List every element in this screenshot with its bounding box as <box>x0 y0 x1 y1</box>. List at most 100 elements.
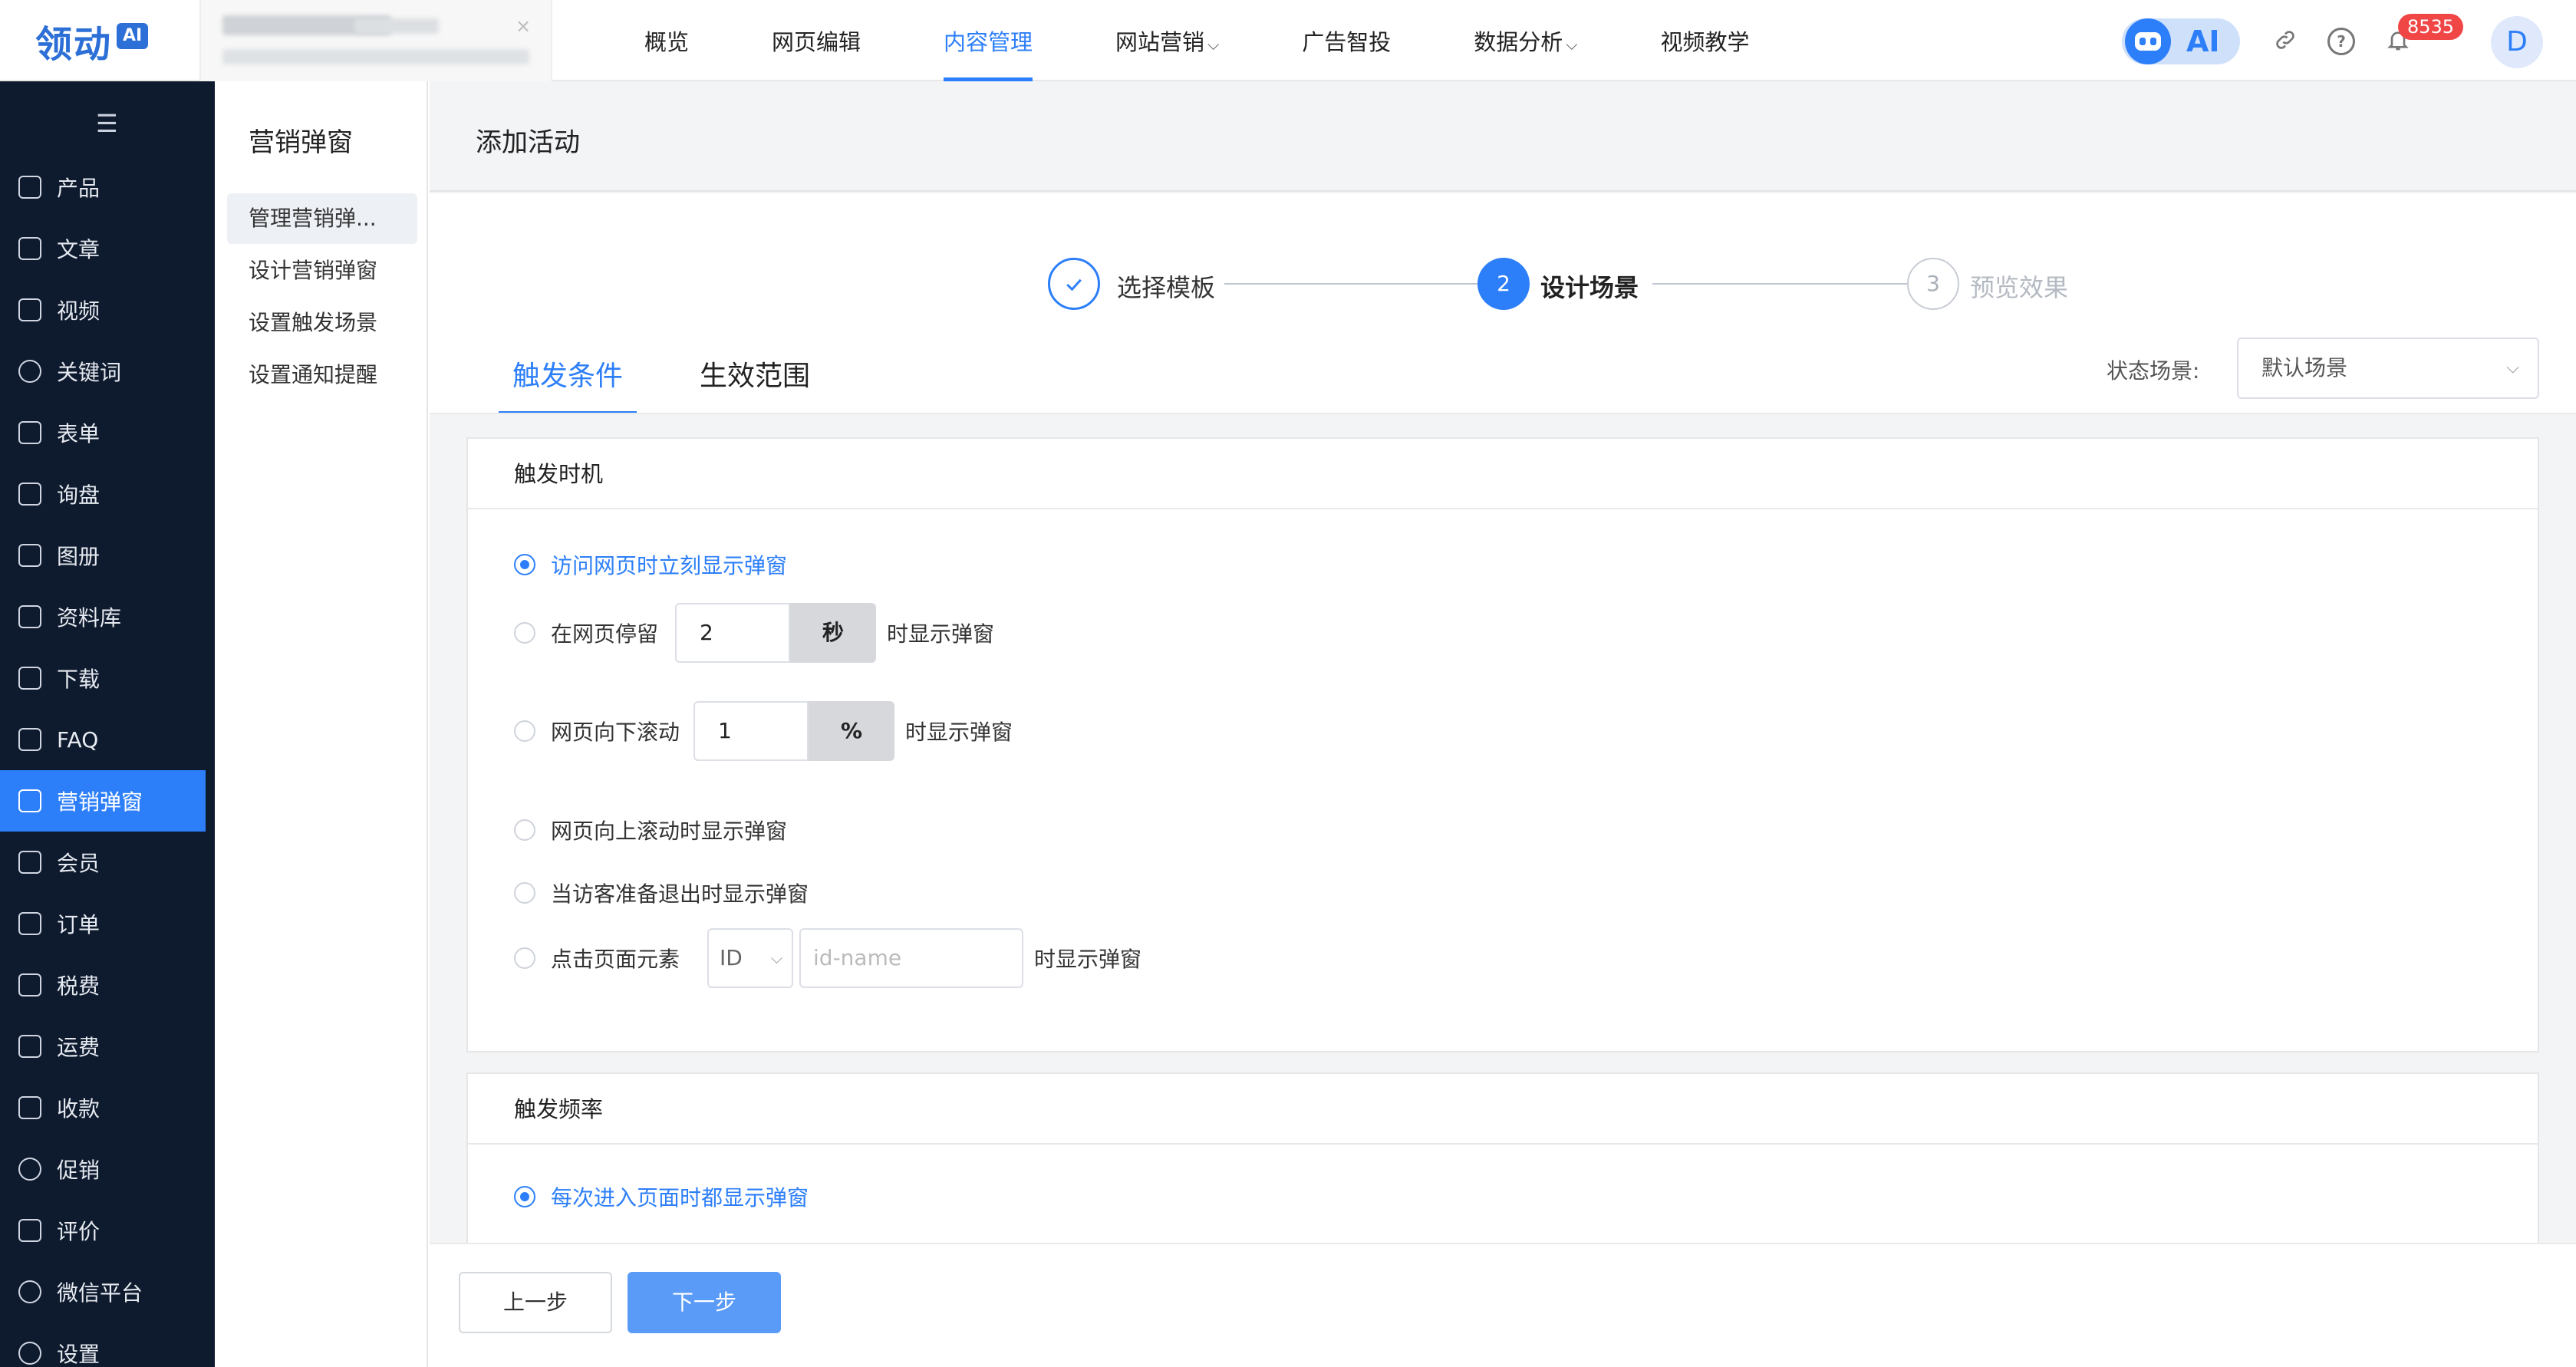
trigger-frequency-title: 触发频率 <box>468 1074 2538 1145</box>
submenu-list: 管理营销弹... 设计营销弹窗 设置触发场景 设置通知提醒 <box>227 193 417 402</box>
tab-trigger-conditions[interactable]: 触发条件 <box>498 350 637 414</box>
sidebar-item-shipping[interactable]: 运费 <box>0 1016 206 1077</box>
sidebar-item-article[interactable]: 文章 <box>0 218 206 279</box>
sidebar-item-member[interactable]: 会员 <box>0 832 206 893</box>
faq-icon <box>18 728 41 751</box>
step-1-label: 选择模板 <box>1117 273 1216 302</box>
submenu-title: 营销弹窗 <box>249 127 353 158</box>
diamond-icon <box>18 851 41 874</box>
comment-icon <box>18 1219 41 1242</box>
sidebar-item-inquiry[interactable]: 询盘 <box>0 463 206 525</box>
sidebar-item-order[interactable]: 订单 <box>0 893 206 954</box>
logo[interactable]: 领动 AI <box>35 23 149 66</box>
site-switch-icon[interactable]: × <box>516 15 531 37</box>
form-icon <box>18 421 41 444</box>
selector-type-select[interactable]: ID ⌵ <box>707 928 794 988</box>
submenu-item-manage-popups[interactable]: 管理营销弹... <box>227 193 417 244</box>
tab-effective-scope[interactable]: 生效范围 <box>700 350 810 414</box>
top-bar: 领动 AI × 概览 网页编辑 内容管理 网站营销 ⌵ 广告智投 数据分析 ⌵ 视频… <box>0 0 2576 81</box>
sidebar-item-settings[interactable]: 设置 <box>0 1323 206 1367</box>
sidebar-item-library[interactable]: 资料库 <box>0 586 206 647</box>
option-scroll-up[interactable]: 网页向上滚动时显示弹窗 <box>514 815 787 845</box>
avatar[interactable]: D <box>2491 16 2543 68</box>
radio-unchecked[interactable] <box>514 622 535 644</box>
page-header: 添加活动 <box>430 81 2576 192</box>
sidebar-list: 产品 文章 视频 关键词 表单 询盘 图册 资料库 下载 FAQ 营销弹窗 会员… <box>0 156 206 1367</box>
option-immediate[interactable]: 访问网页时立刻显示弹窗 <box>514 549 787 580</box>
submenu-item-trigger-scenes[interactable]: 设置触发场景 <box>227 298 417 348</box>
nav-ad-smart[interactable]: 广告智投 <box>1302 0 1391 81</box>
sidebar-item-album[interactable]: 图册 <box>0 525 206 586</box>
nav-video-tutorial[interactable]: 视频教学 <box>1660 0 1749 81</box>
sidebar-item-download[interactable]: 下载 <box>0 647 206 709</box>
submenu-item-notifications[interactable]: 设置通知提醒 <box>227 350 417 400</box>
sidebar-item-tax[interactable]: 税费 <box>0 954 206 1016</box>
chevron-down-icon: ⌵ <box>770 949 783 967</box>
sidebar: ☰ 产品 文章 视频 关键词 表单 询盘 图册 资料库 下载 FAQ 营销弹窗 … <box>0 81 215 1367</box>
ai-label: AI <box>2186 25 2220 58</box>
trigger-timing-card: 触发时机 访问网页时立刻显示弹窗 在网页停留 2 秒 时显示弹窗 网页向下滚动 … <box>466 437 2539 1052</box>
radio-checked[interactable] <box>514 1186 535 1207</box>
option-stay-duration[interactable]: 在网页停留 2 秒 时显示弹窗 <box>514 603 994 663</box>
step-connector-1-2 <box>1224 283 1479 285</box>
link-icon[interactable] <box>2271 28 2299 55</box>
option-click-element[interactable]: 点击页面元素 ID ⌵ id-name 时显示弹窗 <box>514 928 1141 988</box>
prev-step-button[interactable]: 上一步 <box>459 1272 612 1333</box>
element-id-input[interactable]: id-name <box>799 928 1024 988</box>
stay-seconds-input[interactable]: 2 <box>675 603 791 663</box>
next-step-button[interactable]: 下一步 <box>628 1272 781 1333</box>
nav-overview[interactable]: 概览 <box>644 0 689 81</box>
site-switcher[interactable]: × <box>199 0 552 81</box>
option-scroll-down[interactable]: 网页向下滚动 1 % 时显示弹窗 <box>514 701 1013 761</box>
radio-unchecked[interactable] <box>514 819 535 841</box>
sidebar-item-payment[interactable]: 收款 <box>0 1077 206 1138</box>
help-icon[interactable]: ? <box>2327 28 2355 55</box>
target-icon <box>18 360 41 383</box>
truck-icon <box>18 1035 41 1058</box>
main-nav: 概览 网页编辑 内容管理 网站营销 ⌵ 广告智投 数据分析 ⌵ 视频教学 <box>644 0 1832 81</box>
option-exit-intent[interactable]: 当访客准备退出时显示弹窗 <box>514 878 809 908</box>
chevron-down-icon: ⌵ <box>2506 358 2519 377</box>
sidebar-item-marketing-popup[interactable]: 营销弹窗 <box>0 770 206 832</box>
sidebar-item-keyword[interactable]: 关键词 <box>0 341 206 402</box>
order-icon <box>18 912 41 935</box>
sidebar-item-faq[interactable]: FAQ <box>0 709 206 770</box>
nav-data-analysis[interactable]: 数据分析 ⌵ <box>1474 0 1577 81</box>
scene-select[interactable]: 默认场景 ⌵ <box>2237 338 2539 399</box>
radio-checked[interactable] <box>514 554 535 575</box>
sidebar-item-product[interactable]: 产品 <box>0 156 206 218</box>
sidebar-item-promotion[interactable]: 促销 <box>0 1138 206 1200</box>
scroll-percent-input[interactable]: 1 <box>693 701 809 761</box>
ai-assistant-button[interactable]: AI <box>2122 18 2240 64</box>
form-scroll-area[interactable]: 触发时机 访问网页时立刻显示弹窗 在网页停留 2 秒 时显示弹窗 网页向下滚动 … <box>430 414 2576 1303</box>
radio-unchecked[interactable] <box>514 720 535 742</box>
database-icon <box>18 605 41 628</box>
site-name-suffix-blurred <box>354 18 439 34</box>
nav-site-marketing[interactable]: 网站营销 ⌵ <box>1115 0 1219 81</box>
sidebar-item-wechat[interactable]: 微信平台 <box>0 1261 206 1323</box>
sidebar-item-form[interactable]: 表单 <box>0 402 206 463</box>
radio-unchecked[interactable] <box>514 882 535 904</box>
scroll-unit: % <box>809 701 895 761</box>
step-3-number: 3 <box>1907 258 1959 310</box>
step-1-check-icon <box>1048 258 1100 310</box>
settings-icon <box>18 1342 41 1365</box>
step-connector-2-3 <box>1652 283 1907 285</box>
option-every-visit[interactable]: 每次进入页面时都显示弹窗 <box>514 1181 809 1212</box>
robot-icon <box>2125 18 2171 64</box>
step-2-label: 设计场景 <box>1540 273 1639 302</box>
trigger-timing-title: 触发时机 <box>468 439 2538 509</box>
notification-badge: 8535 <box>2398 14 2464 40</box>
radio-unchecked[interactable] <box>514 947 535 969</box>
sidebar-item-review[interactable]: 评价 <box>0 1200 206 1261</box>
submenu-item-design-popup[interactable]: 设计营销弹窗 <box>227 245 417 296</box>
sidebar-item-video[interactable]: 视频 <box>0 279 206 341</box>
nav-page-edit[interactable]: 网页编辑 <box>772 0 861 81</box>
page-title: 添加活动 <box>476 127 580 158</box>
step-3-label: 预览效果 <box>1970 273 2069 302</box>
menu-collapse-icon[interactable]: ☰ <box>96 109 118 138</box>
nav-content-management[interactable]: 内容管理 <box>944 0 1033 81</box>
promotion-icon <box>18 1158 41 1181</box>
logo-text: 领动 <box>35 23 113 66</box>
main-area: 添加活动 选择模板 2 设计场景 3 预览效果 触发条件 生效范围 状态场景: … <box>430 81 2576 1367</box>
